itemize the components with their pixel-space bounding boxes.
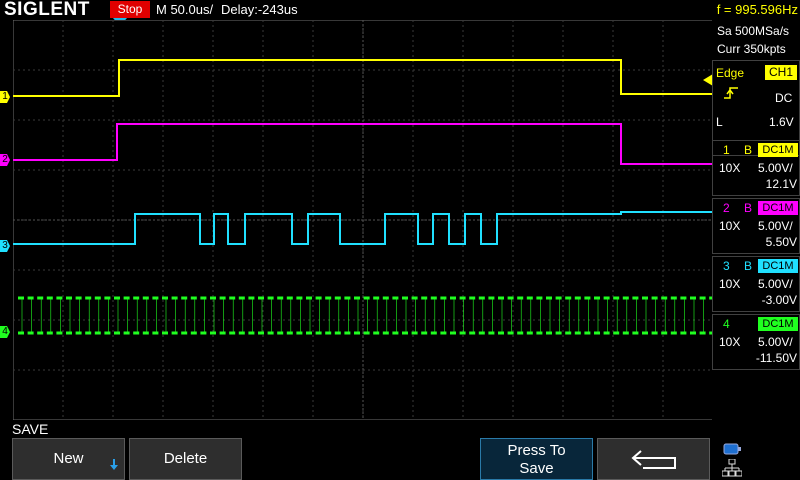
channel-3-info-box[interactable]: 3 B DC1M 10X 5.00V/ -3.00V [712,256,800,312]
new-button[interactable]: New [12,438,125,480]
network-icon [722,459,742,477]
save-label: Save [519,460,554,477]
down-arrow-icon [110,459,118,470]
bandwidth-limit-indicator: B [744,143,753,157]
delete-button-label: Delete [163,450,208,467]
run-stop-status[interactable]: Stop [110,1,150,18]
channel-number: 2 [723,201,730,215]
channel-3-offset-marker[interactable]: 3 [0,240,10,252]
vertical-scale: 5.00V/ [758,161,793,175]
trigger-level: 1.6V [769,115,794,129]
trigger-source: CH1 [765,65,797,80]
channel-1-info-box[interactable]: 1 B DC1M 10X 5.00V/12.1V [712,140,800,196]
trigger-coupling: DC [775,91,793,105]
return-button[interactable] [597,438,710,480]
sample-rate: Sa 500MSa/s [717,24,790,38]
trigger-level-prefix: L [716,115,723,129]
channel-2-info-box[interactable]: 2 B DC1M 10X 5.00V/5.50V [712,198,800,254]
vertical-scale: 5.00V/ [758,277,793,291]
channel-coupling: DC1M [758,201,798,215]
bandwidth-limit-indicator: B [744,259,753,273]
vertical-scale: 5.00V/ [758,219,793,233]
vertical-offset: -11.50V [755,351,797,365]
probe-ratio: 10X [719,161,741,175]
return-arrow-icon [631,450,676,469]
new-button-label: New [53,450,84,467]
rising-edge-icon [724,87,738,99]
press-to-save-button[interactable]: Press To Save [480,438,593,480]
brand-logo: SIGLENT [4,0,90,20]
usb-icon [723,443,741,455]
channel-1-offset-marker[interactable]: 1 [0,91,10,103]
probe-ratio: 10X [719,335,741,349]
channel-4-offset-marker[interactable]: 4 [0,326,10,338]
channel-4-info-box[interactable]: 4 DC1M 10X 5.00V/ -11.50V [712,314,800,370]
probe-ratio: 10X [719,277,741,291]
channel-coupling: DC1M [758,259,798,273]
vertical-offset: 5.50V [765,235,797,249]
press-to-label: Press To [507,442,566,459]
info-panel: Sa 500MSa/s Curr 350kpts Edge CH1 DC L 1… [712,20,800,420]
vertical-offset: 12.1V [765,177,797,191]
channel-number: 3 [723,259,730,273]
channel-coupling: DC1M [758,317,798,331]
waveform-display[interactable] [13,20,713,420]
trigger-type: Edge [716,66,745,80]
channel-coupling: DC1M [758,143,798,157]
channel-2-offset-marker[interactable]: 2 [0,154,10,166]
bandwidth-limit-indicator: B [744,201,753,215]
timebase-readout[interactable]: M 50.0us/ [156,1,213,19]
menu-title: SAVE [12,421,49,437]
frequency-counter: f = 995.596Hz [716,2,798,17]
probe-ratio: 10X [719,219,741,233]
vertical-scale: 5.00V/ [758,335,793,349]
vertical-offset: -3.00V [761,293,797,307]
delete-button[interactable]: Delete [129,438,242,480]
top-status-bar: SIGLENT Stop M 50.0us/ Delay:-243us f = … [0,0,800,20]
channel-number: 1 [723,143,730,157]
delay-readout[interactable]: Delay:-243us [221,1,298,19]
memory-depth: Curr 350kpts [717,42,786,56]
channel-number: 4 [723,317,730,331]
